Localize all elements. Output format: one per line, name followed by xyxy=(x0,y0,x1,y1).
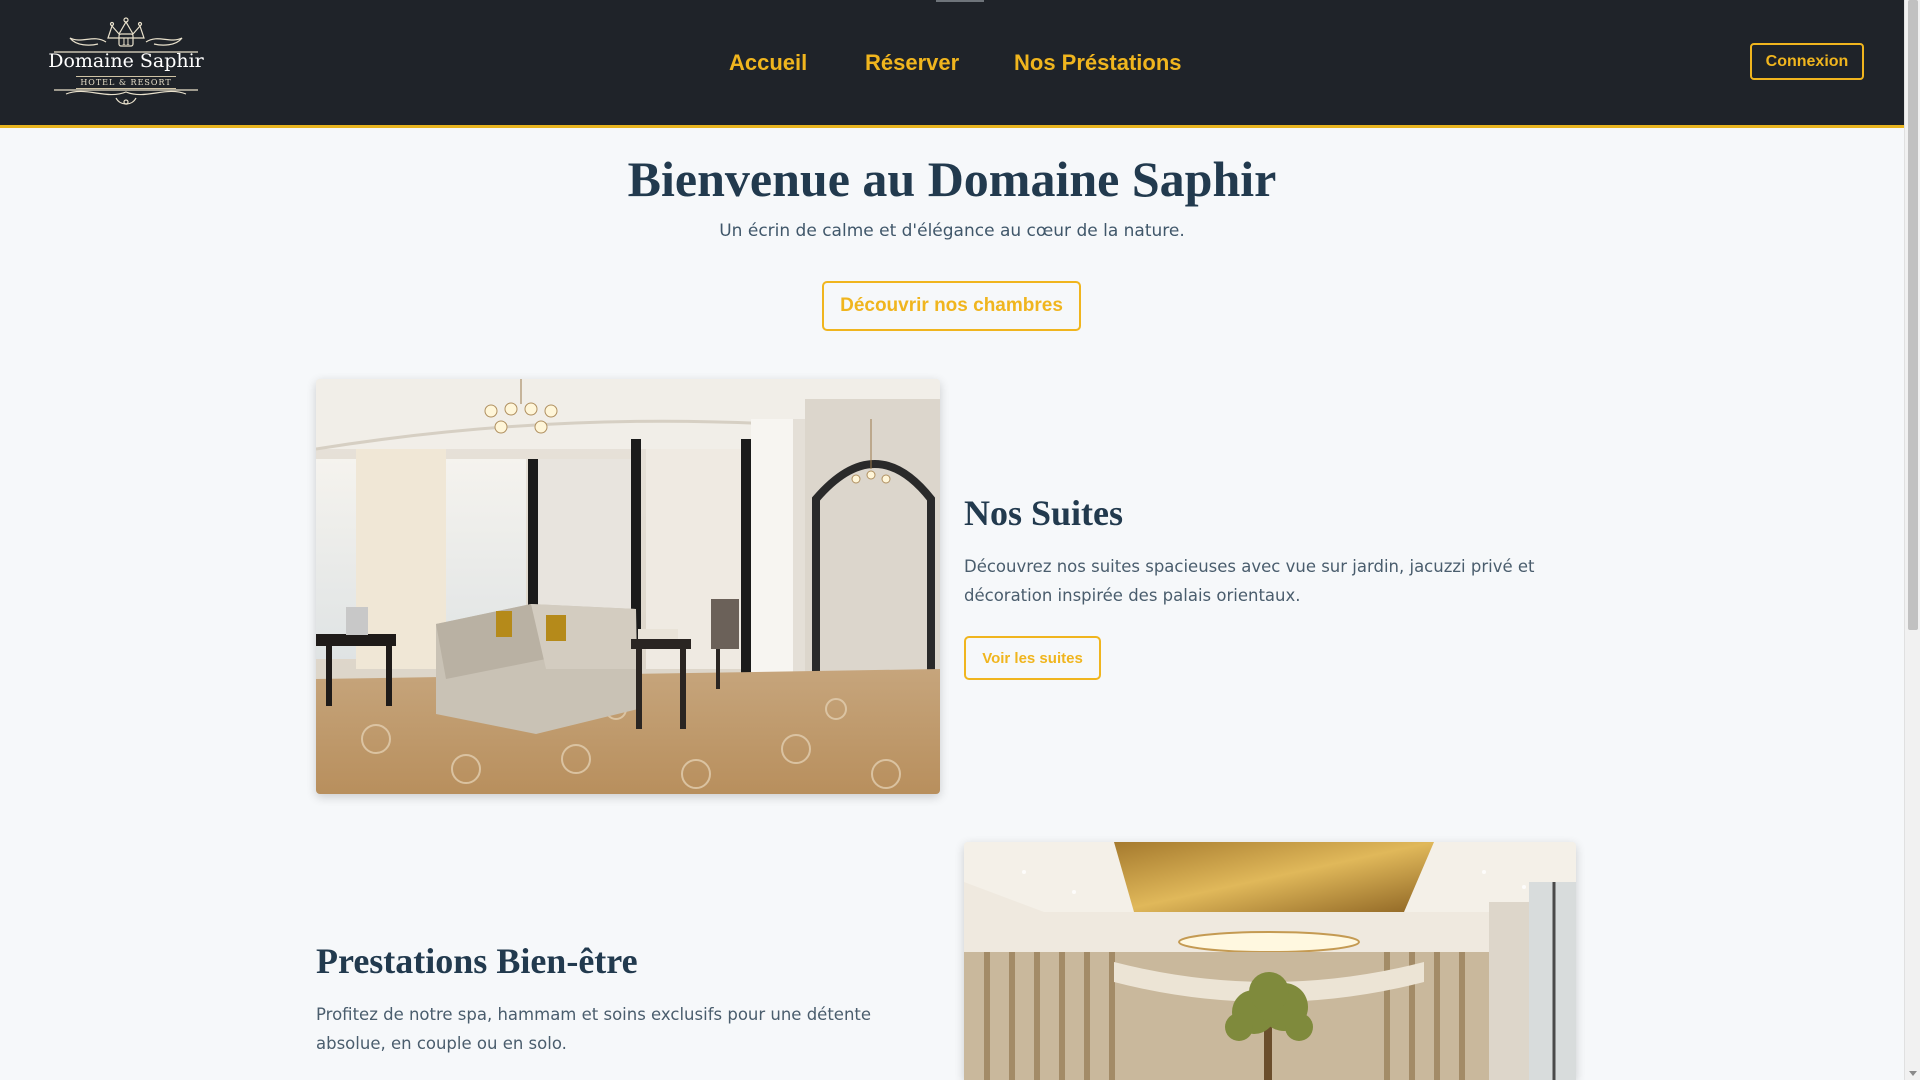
suite-photo xyxy=(316,379,940,794)
wellness-title: Prestations Bien-être xyxy=(316,941,638,981)
login-button[interactable]: Connexion xyxy=(1750,43,1864,80)
wellness-description: Profitez de notre spa, hammam et soins e… xyxy=(316,1005,872,1053)
scrollbar-thumb[interactable] xyxy=(1908,0,1918,630)
suites-title: Nos Suites xyxy=(964,493,1124,533)
view-suites-button[interactable]: Voir les suites xyxy=(964,636,1101,680)
top-scroll-indicator xyxy=(936,0,984,2)
nav-item-prestations[interactable]: Nos Préstations xyxy=(1014,50,1182,76)
page-scrollbar[interactable] xyxy=(1904,0,1920,1080)
nav-item-accueil[interactable]: Accueil xyxy=(729,50,807,76)
spa-photo xyxy=(964,842,1576,1080)
spa-illustration xyxy=(964,842,1576,1080)
discover-rooms-button[interactable]: Découvrir nos chambres xyxy=(822,281,1081,331)
hero-subtitle: Un écrin de calme et d'élégance au cœur … xyxy=(719,221,1185,241)
logo-title: Domaine Saphir xyxy=(48,50,204,72)
page-title: Bienvenue au Domaine Saphir xyxy=(627,151,1277,207)
svg-text:II: II xyxy=(122,37,130,48)
hotel-logo[interactable]: II Domaine Saphir HOTEL & RESORT xyxy=(46,16,206,108)
suites-description: Découvrez nos suites spacieuses avec vue… xyxy=(964,557,1535,605)
nav-item-reserver[interactable]: Réserver xyxy=(865,50,959,76)
site-header: II Domaine Saphir HOTEL & RESORT Accueil… xyxy=(0,0,1904,128)
scroll-down-arrow-icon[interactable] xyxy=(1909,1071,1917,1076)
logo-subtitle: HOTEL & RESORT xyxy=(76,76,176,89)
suite-illustration xyxy=(316,379,940,794)
